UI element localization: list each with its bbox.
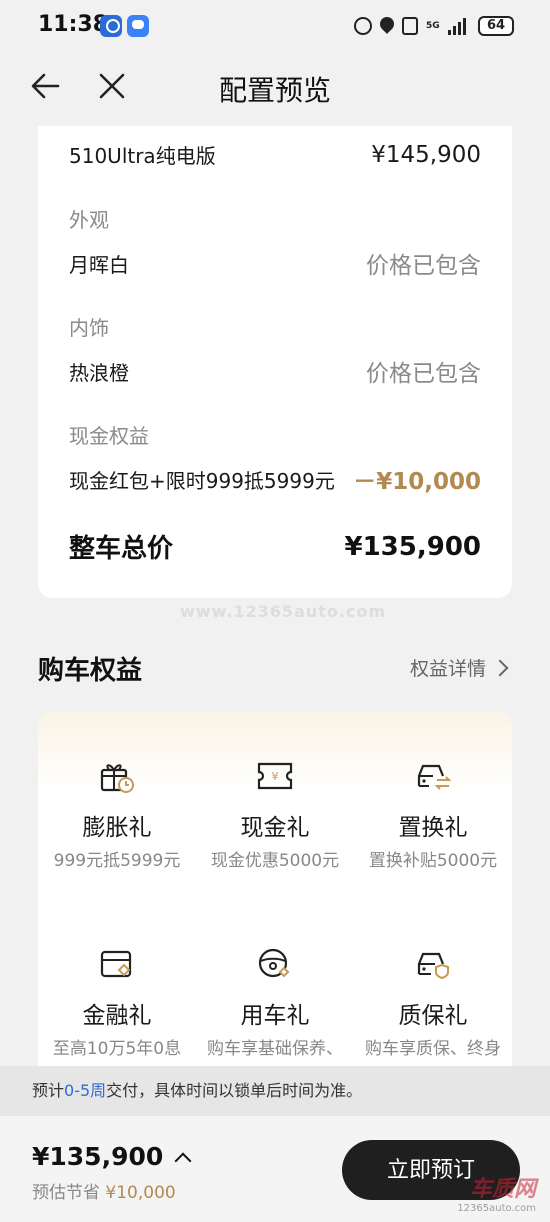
status-icons: 5G 64: [354, 14, 514, 38]
benefits-detail-link[interactable]: 权益详情: [409, 654, 509, 681]
benefit-name: 现金礼: [240, 815, 310, 841]
finance-card-icon: [100, 950, 132, 978]
benefit-item[interactable]: 金融礼 至高10万5年0息金融方案: [38, 944, 196, 1072]
status-time: 11:38: [38, 12, 109, 37]
config-summary-card: 510Ultra纯电版 ¥145,900 外观 月晖白 价格已包含 内饰 热浪橙…: [38, 126, 512, 598]
benefit-item[interactable]: 置换礼 置换补贴5000元: [354, 756, 512, 875]
benefit-name: 用车礼: [240, 1003, 310, 1029]
model-price: ¥145,900: [371, 141, 481, 168]
benefit-item[interactable]: 质保礼 购车享质保、终身权益: [354, 944, 512, 1072]
location-icon: [380, 17, 394, 35]
model-name: 510Ultra纯电版: [69, 144, 216, 168]
steering-wheel-icon: [258, 948, 290, 978]
network-type: 5G: [426, 20, 440, 31]
benefit-name: 置换礼: [398, 815, 468, 841]
page-title: 配置预览: [218, 74, 331, 107]
benefit-item[interactable]: 用车礼 购车享基础保养、智驾升级: [196, 944, 354, 1072]
model-row: 510Ultra纯电版 ¥145,900: [69, 140, 481, 169]
cash-benefit-price: －¥10,000: [353, 469, 481, 495]
car-swap-icon: [417, 764, 452, 790]
delivery-range: 0-5周: [64, 1081, 107, 1100]
status-bar: 11:38 5G 64: [0, 0, 550, 52]
estimated-savings: 预估节省 ¥10,000: [32, 1178, 176, 1203]
benefits-detail-label: 权益详情: [409, 658, 486, 680]
interior-price: 价格已包含: [366, 361, 481, 387]
benefit-item[interactable]: ¥ 现金礼 现金优惠5000元: [196, 756, 354, 875]
car-shield-icon: [417, 952, 449, 980]
app-notification-icon: [100, 15, 122, 37]
watermark: www.12365auto.com: [180, 602, 387, 621]
cash-coupon-icon: ¥: [257, 762, 293, 790]
gift-clock-icon: [100, 764, 134, 793]
price-summary-toggle[interactable]: ¥135,900: [32, 1142, 192, 1171]
benefits-grid: 膨胀礼 999元抵5999元 ¥ 现金礼 现金优惠5000元 置换礼 置换补贴5…: [38, 712, 512, 1072]
notice-prefix: 预计: [32, 1081, 65, 1100]
benefit-name: 金融礼: [82, 1003, 152, 1029]
alarm-icon: [354, 17, 372, 35]
benefit-desc: 999元抵5999元: [53, 851, 181, 871]
logo-text: 车质网: [469, 1177, 536, 1202]
delivery-notice: 预计0-5周交付，具体时间以锁单后时间为准。: [0, 1066, 550, 1116]
exterior-price: 价格已包含: [366, 253, 481, 279]
signal-icon: [448, 17, 470, 35]
total-row: 整车总价 ¥135,900: [69, 528, 481, 565]
interior-label: 内饰: [69, 316, 109, 340]
benefit-name: 质保礼: [398, 1003, 468, 1029]
battery-indicator: 64: [478, 16, 514, 36]
exterior-label: 外观: [69, 208, 109, 232]
exterior-row: 月晖白 价格已包含: [69, 246, 481, 280]
message-notification-icon: [127, 15, 149, 37]
exterior-value: 月晖白: [69, 252, 129, 277]
notice-suffix: 交付，具体时间以锁单后时间为准。: [106, 1081, 363, 1100]
total-label: 整车总价: [69, 534, 174, 564]
logo-url: 12365auto.com: [457, 1203, 536, 1214]
save-value: ¥10,000: [105, 1183, 176, 1203]
benefit-name: 膨胀礼: [82, 815, 152, 841]
cash-benefit-row: 现金红包+限时999抵5999元 －¥10,000: [69, 462, 481, 496]
benefit-desc: 置换补贴5000元: [368, 851, 498, 871]
benefit-item[interactable]: 膨胀礼 999元抵5999元: [38, 756, 196, 875]
interior-row: 热浪橙 价格已包含: [69, 354, 481, 388]
navigation-bar: 配置预览: [0, 52, 550, 122]
svg-text:¥: ¥: [272, 770, 279, 783]
save-label: 预估节省: [32, 1183, 100, 1203]
bottom-bar: ¥135,900 预估节省 ¥10,000 立即预订 车质网 12365auto…: [0, 1116, 550, 1222]
vibrate-icon: [402, 17, 418, 35]
site-logo: 车质网 12365auto.com: [457, 1171, 536, 1214]
chevron-right-icon: [491, 659, 509, 676]
cash-benefit-label: 现金权益: [69, 424, 149, 448]
total-price: ¥135,900: [344, 531, 481, 562]
chevron-up-icon: [174, 1152, 192, 1169]
interior-value: 热浪橙: [69, 360, 129, 385]
bottom-total-price: ¥135,900: [32, 1142, 164, 1171]
benefit-desc: 现金优惠5000元: [210, 851, 340, 871]
benefits-title: 购车权益: [38, 656, 143, 686]
cash-benefit-value: 现金红包+限时999抵5999元: [69, 468, 335, 493]
